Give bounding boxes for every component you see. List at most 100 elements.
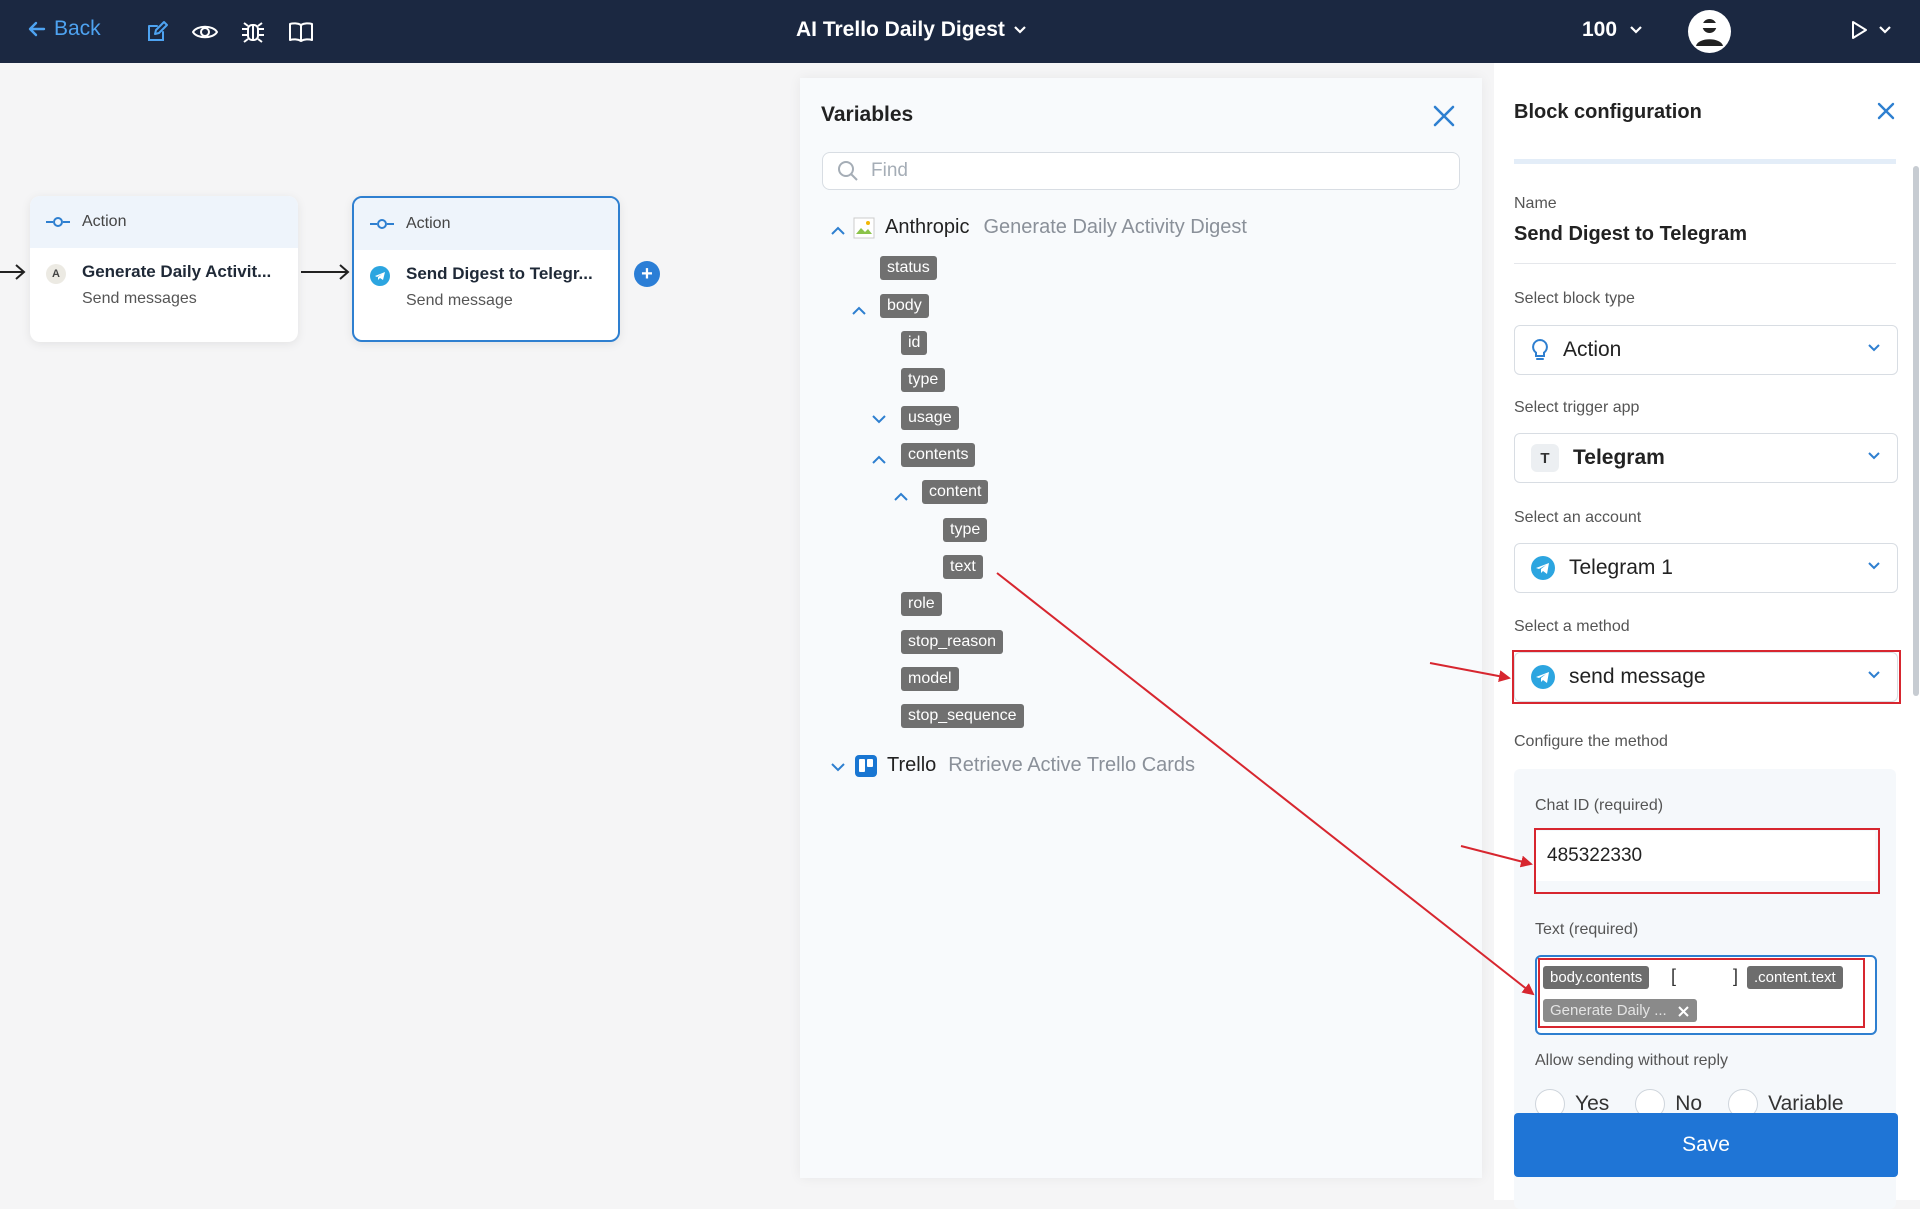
chevron-down-icon — [1868, 344, 1880, 352]
trigger-app-select[interactable]: T Telegram — [1514, 433, 1898, 483]
config-scrollbar[interactable] — [1913, 166, 1919, 696]
config-title: Block configuration — [1514, 101, 1702, 123]
anthropic-icon: A — [46, 264, 66, 284]
variable-tag-text[interactable]: text — [943, 555, 983, 579]
add-node-button[interactable]: + — [634, 261, 660, 287]
top-bar: Back AI Trello Daily Digest 100 — [0, 0, 1920, 63]
variable-tag-id[interactable]: id — [901, 331, 928, 355]
variable-tag-usage[interactable]: usage — [901, 406, 959, 430]
variables-search — [822, 152, 1460, 190]
block-type-value: Action — [1563, 338, 1622, 361]
variable-tag-type[interactable]: type — [901, 368, 946, 392]
source-trello[interactable]: Trello Retrieve Active Trello Cards — [855, 754, 1195, 777]
chevron-down-icon — [1879, 26, 1891, 34]
search-icon — [838, 161, 858, 181]
edit-icon[interactable] — [143, 18, 171, 46]
back-button[interactable]: Back — [28, 17, 101, 41]
source-name: Anthropic — [885, 216, 970, 238]
variable-tag-model[interactable]: model — [901, 667, 959, 691]
book-icon[interactable] — [287, 18, 315, 46]
panel-divider — [1514, 159, 1896, 164]
source-description: Generate Daily Activity Digest — [983, 216, 1247, 238]
block-type-select[interactable]: Action — [1514, 325, 1898, 375]
chevron-up-icon[interactable] — [893, 492, 909, 502]
chevron-down-icon — [1014, 26, 1026, 34]
bug-icon[interactable] — [239, 18, 267, 46]
plus-icon: + — [641, 262, 653, 285]
node-kind: Action — [406, 215, 451, 232]
annotation-box-method — [1512, 650, 1901, 704]
trigger-app-value: Telegram — [1573, 446, 1665, 469]
account-select[interactable]: Telegram 1 — [1514, 543, 1898, 593]
annotation-box-text — [1538, 958, 1865, 1028]
search-input[interactable] — [869, 159, 1433, 183]
text-label: Text (required) — [1535, 921, 1639, 938]
chevron-up-icon[interactable] — [871, 455, 887, 465]
chevron-down-icon — [1630, 26, 1642, 34]
variable-tag-body[interactable]: body — [880, 294, 929, 318]
zoom-dropdown[interactable]: 100 — [1582, 18, 1643, 42]
telegram-icon — [370, 266, 390, 286]
name-label: Name — [1514, 195, 1557, 212]
method-label: Select a method — [1514, 618, 1630, 635]
block-type-label: Select block type — [1514, 290, 1635, 307]
node-header: Action — [354, 198, 618, 250]
variable-tag-status[interactable]: status — [880, 256, 937, 280]
run-button[interactable] — [1850, 20, 1892, 40]
trello-icon — [855, 754, 877, 777]
action-icon — [46, 217, 70, 227]
chevron-down-icon — [1868, 452, 1880, 460]
block-configuration-panel: Block configuration Name Send Digest to … — [1494, 63, 1920, 1209]
telegram-icon — [1531, 556, 1555, 580]
variables-panel: Variables Anthropic Generate Daily Activ… — [800, 78, 1482, 1178]
workflow-node-generate[interactable]: Action A Generate Daily Activit... Send … — [30, 196, 298, 342]
source-name: Trello — [887, 754, 937, 776]
node-header: Action — [30, 196, 298, 248]
save-button[interactable]: Save — [1514, 1113, 1898, 1177]
divider — [1514, 263, 1896, 264]
configure-method-label: Configure the method — [1514, 733, 1668, 750]
chevron-up-icon[interactable] — [830, 226, 846, 236]
source-description: Retrieve Active Trello Cards — [948, 754, 1196, 776]
arrow-left-icon — [28, 21, 46, 37]
user-avatar[interactable] — [1688, 10, 1731, 53]
workflow-node-send-telegram[interactable]: Action Send Digest to Telegr... Send mes… — [352, 196, 620, 342]
node-title: Generate Daily Activit... — [82, 262, 272, 281]
variable-tag-stop-reason[interactable]: stop_reason — [901, 630, 1004, 654]
close-icon — [1877, 102, 1895, 120]
node-subtitle: Send message — [406, 292, 513, 309]
variable-tag-content[interactable]: content — [922, 480, 989, 504]
node-subtitle: Send messages — [82, 290, 197, 307]
node-kind: Action — [82, 213, 127, 230]
chevron-down-icon — [1868, 562, 1880, 570]
account-label: Select an account — [1514, 509, 1642, 526]
close-icon — [1433, 105, 1455, 127]
chevron-down-icon[interactable] — [871, 414, 887, 424]
variable-tag-stop-sequence[interactable]: stop_sequence — [901, 704, 1024, 728]
back-label: Back — [54, 17, 101, 40]
chevron-up-icon[interactable] — [851, 306, 867, 316]
variable-tag-content-type[interactable]: type — [943, 518, 988, 542]
workflow-canvas[interactable]: Action A Generate Daily Activit... Send … — [0, 63, 800, 1200]
broken-image-icon — [853, 217, 875, 238]
user-icon — [1696, 19, 1723, 46]
chat-id-label: Chat ID (required) — [1535, 797, 1664, 814]
chevron-down-icon[interactable] — [830, 762, 846, 772]
annotation-box-chat-id — [1534, 828, 1880, 894]
action-icon — [370, 219, 394, 229]
account-value: Telegram 1 — [1569, 556, 1673, 579]
close-config-button[interactable] — [1876, 101, 1896, 126]
workflow-title-dropdown[interactable]: AI Trello Daily Digest — [796, 18, 1027, 42]
variable-tag-contents[interactable]: contents — [901, 443, 976, 467]
block-name[interactable]: Send Digest to Telegram — [1514, 223, 1747, 246]
source-anthropic[interactable]: Anthropic Generate Daily Activity Digest — [853, 216, 1247, 239]
close-variables-button[interactable] — [1432, 104, 1456, 133]
eye-icon[interactable] — [191, 18, 219, 46]
zoom-value: 100 — [1582, 18, 1618, 41]
trigger-app-label: Select trigger app — [1514, 399, 1640, 416]
variable-tag-role[interactable]: role — [901, 592, 942, 616]
node-title: Send Digest to Telegr... — [406, 264, 593, 283]
telegram-letter-icon: T — [1531, 444, 1559, 472]
lightbulb-icon — [1532, 338, 1548, 360]
reply-label: Allow sending without reply — [1535, 1052, 1728, 1069]
